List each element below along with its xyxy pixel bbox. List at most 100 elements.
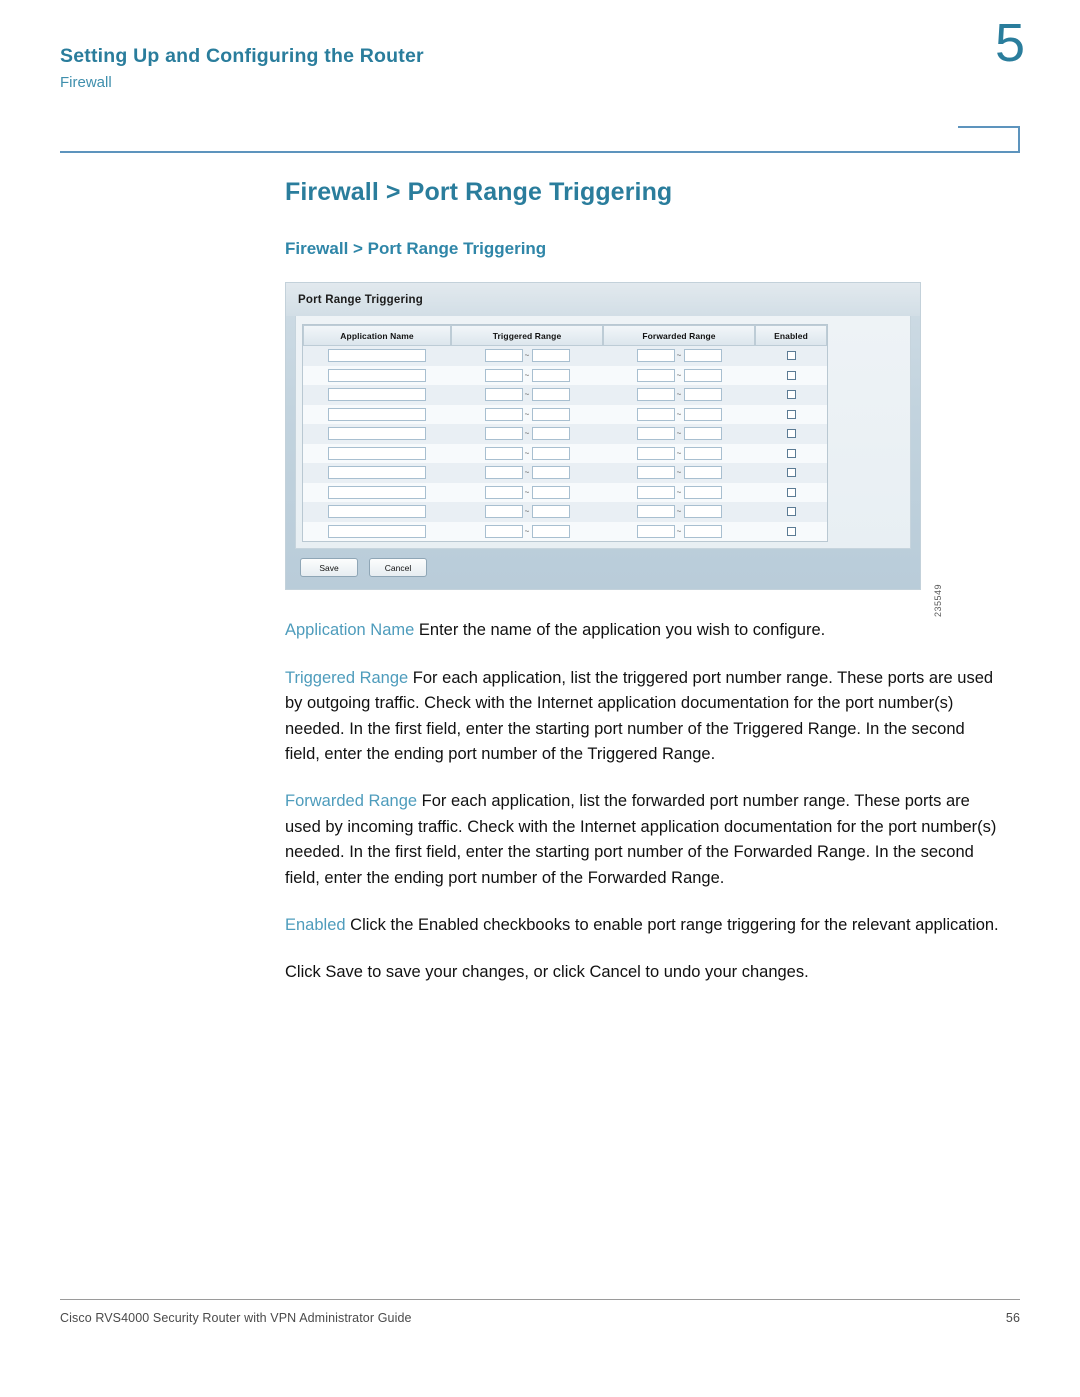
forwarded-range-end-input[interactable] — [683, 427, 722, 441]
application-name-input[interactable] — [328, 466, 426, 480]
paragraph-term: Forwarded Range — [285, 792, 418, 811]
forwarded-range-start-input[interactable] — [636, 388, 675, 402]
triggered-range-end-input[interactable] — [531, 505, 570, 519]
cell-forwarded-range: ~ — [603, 443, 755, 464]
cell-forwarded-range: ~ — [603, 502, 755, 522]
triggered-range-start-input[interactable] — [484, 524, 523, 538]
range-separator: ~ — [524, 448, 530, 458]
enabled-checkbox[interactable] — [786, 390, 796, 400]
triggered-range-end-input[interactable] — [531, 407, 570, 421]
port-range-triggering-table: Application Name Triggered Range Forward… — [302, 324, 828, 543]
range-separator: ~ — [676, 390, 682, 400]
cell-enabled — [755, 424, 827, 444]
column-header-triggered-range: Triggered Range — [451, 325, 603, 347]
paragraph-text: Enter the name of the application you wi… — [414, 621, 826, 640]
cell-application-name — [303, 502, 451, 522]
footer-page-number: 56 — [1005, 1311, 1020, 1325]
cancel-button[interactable]: Cancel — [369, 558, 427, 578]
range-separator: ~ — [676, 429, 682, 439]
triggered-range-start-input[interactable] — [484, 505, 523, 519]
enabled-checkbox[interactable] — [786, 409, 796, 419]
cell-triggered-range: ~ — [451, 443, 603, 464]
forwarded-range-start-input[interactable] — [636, 349, 675, 363]
triggered-range-start-input[interactable] — [484, 446, 523, 460]
triggered-range-end-input[interactable] — [531, 388, 570, 402]
range-separator: ~ — [524, 526, 530, 536]
triggered-range-start-input[interactable] — [484, 368, 523, 382]
application-name-input[interactable] — [328, 446, 426, 460]
cell-forwarded-range: ~ — [603, 346, 755, 366]
enabled-checkbox[interactable] — [786, 351, 796, 361]
table-row: ~ ~ — [303, 502, 827, 522]
enabled-checkbox[interactable] — [786, 526, 796, 536]
triggered-range-start-input[interactable] — [484, 407, 523, 421]
cell-triggered-range: ~ — [451, 463, 603, 483]
application-name-input[interactable] — [328, 505, 426, 519]
enabled-checkbox[interactable] — [786, 370, 796, 380]
range-separator: ~ — [676, 351, 682, 361]
triggered-range-end-input[interactable] — [531, 485, 570, 499]
triggered-range-start-input[interactable] — [484, 388, 523, 402]
forwarded-range-start-input[interactable] — [636, 466, 675, 480]
save-button[interactable]: Save — [300, 558, 358, 578]
forwarded-range-start-input[interactable] — [636, 446, 675, 460]
range-separator: ~ — [524, 351, 530, 361]
cell-forwarded-range: ~ — [603, 385, 755, 405]
ui-panel-titlebar: Port Range Triggering — [286, 283, 920, 317]
range-separator: ~ — [676, 468, 682, 478]
triggered-range-end-input[interactable] — [531, 427, 570, 441]
application-name-input[interactable] — [328, 524, 426, 538]
cell-enabled — [755, 502, 827, 522]
forwarded-range-start-input[interactable] — [636, 427, 675, 441]
triggered-range-end-input[interactable] — [531, 368, 570, 382]
range-separator: ~ — [676, 507, 682, 517]
application-name-input[interactable] — [328, 407, 426, 421]
forwarded-range-start-input[interactable] — [636, 524, 675, 538]
triggered-range-start-input[interactable] — [484, 485, 523, 499]
enabled-checkbox[interactable] — [786, 429, 796, 439]
application-name-input[interactable] — [328, 485, 426, 499]
triggered-range-end-input[interactable] — [531, 466, 570, 480]
cell-application-name — [303, 385, 451, 405]
application-name-input[interactable] — [328, 427, 426, 441]
enabled-checkbox[interactable] — [786, 468, 796, 478]
triggered-range-end-input[interactable] — [531, 349, 570, 363]
running-header: Setting Up and Configuring the Router Fi… — [60, 45, 1020, 146]
forwarded-range-end-input[interactable] — [683, 407, 722, 421]
range-separator: ~ — [524, 370, 530, 380]
forwarded-range-end-input[interactable] — [683, 349, 722, 363]
triggered-range-end-input[interactable] — [531, 446, 570, 460]
forwarded-range-end-input[interactable] — [683, 485, 722, 499]
forwarded-range-end-input[interactable] — [683, 368, 722, 382]
footer-divider-rule — [60, 1299, 1020, 1300]
cell-application-name — [303, 404, 451, 425]
table-row: ~ ~ — [303, 482, 827, 503]
forwarded-range-end-input[interactable] — [683, 505, 722, 519]
triggered-range-start-input[interactable] — [484, 349, 523, 363]
application-name-input[interactable] — [328, 368, 426, 382]
application-name-input[interactable] — [328, 388, 426, 402]
application-name-input[interactable] — [328, 349, 426, 363]
forwarded-range-start-input[interactable] — [636, 505, 675, 519]
page-footer: Cisco RVS4000 Security Router with VPN A… — [60, 1311, 1020, 1325]
cell-forwarded-range: ~ — [603, 365, 755, 386]
enabled-checkbox[interactable] — [786, 507, 796, 517]
figure-port-range-triggering: Port Range Triggering Application Name T… — [285, 282, 945, 617]
cell-enabled — [755, 346, 827, 366]
cell-triggered-range: ~ — [451, 424, 603, 444]
triggered-range-end-input[interactable] — [531, 524, 570, 538]
table-header-row: Application Name Triggered Range Forward… — [303, 325, 827, 347]
triggered-range-start-input[interactable] — [484, 466, 523, 480]
forwarded-range-start-input[interactable] — [636, 368, 675, 382]
forwarded-range-end-input[interactable] — [683, 388, 722, 402]
range-separator: ~ — [676, 487, 682, 497]
forwarded-range-end-input[interactable] — [683, 466, 722, 480]
forwarded-range-end-input[interactable] — [683, 524, 722, 538]
enabled-checkbox[interactable] — [786, 487, 796, 497]
forwarded-range-start-input[interactable] — [636, 407, 675, 421]
forwarded-range-start-input[interactable] — [636, 485, 675, 499]
enabled-checkbox[interactable] — [786, 448, 796, 458]
cell-enabled — [755, 365, 827, 386]
triggered-range-start-input[interactable] — [484, 427, 523, 441]
forwarded-range-end-input[interactable] — [683, 446, 722, 460]
